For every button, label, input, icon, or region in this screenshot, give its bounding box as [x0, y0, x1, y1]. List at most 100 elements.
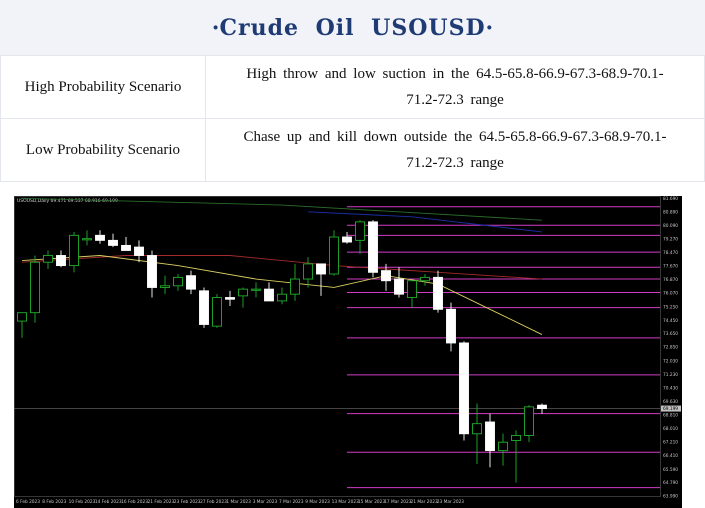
y-tick-label-19: 66.410 — [663, 453, 678, 459]
y-tick-label-1: 80.890 — [663, 209, 678, 215]
y-tick-label-6: 76.870 — [663, 277, 678, 283]
candle-body-21 — [290, 278, 300, 295]
candle-body-26 — [355, 221, 365, 241]
y-tick-label-11: 72.850 — [663, 345, 678, 351]
y-tick-label-18: 67.210 — [663, 440, 678, 446]
title-bar: · Crude Oil USOUSD · — [0, 0, 705, 56]
candle-body-34 — [459, 342, 469, 435]
candle-body-20 — [277, 293, 287, 302]
candle-body-28 — [381, 270, 391, 282]
candle-body-25 — [342, 236, 352, 243]
scenario-desc-high: High throw and low suction in the 64.5-6… — [205, 55, 705, 119]
candle-body-36 — [485, 421, 495, 452]
x-tick-label-7: 27 Feb 2023 — [200, 499, 227, 505]
y-tick-label-5: 77.670 — [663, 264, 678, 270]
x-tick-label-1: 8 Feb 2023 — [42, 499, 66, 505]
y-tick-label-7: 76.070 — [663, 291, 678, 297]
x-tick-label-6: 23 Feb 2023 — [174, 499, 201, 505]
ma-line-1 — [307, 211, 543, 233]
candle-body-38 — [511, 435, 521, 441]
y-tick-label-8: 75.250 — [663, 304, 678, 310]
y-tick-label-2: 80.090 — [663, 223, 678, 229]
candle-body-37 — [498, 441, 508, 452]
scenario-desc-low: Chase up and kill down outside the 64.5-… — [205, 118, 705, 182]
x-tick-label-10: 7 Mar 2023 — [279, 499, 304, 505]
candle-body-19 — [264, 288, 274, 302]
x-tick-label-2: 10 Feb 2023 — [69, 499, 96, 505]
scenario-desc-low-line2: 71.2-72.3 range — [406, 155, 504, 171]
scenario-desc-high-line2: 71.2-72.3 range — [406, 92, 504, 108]
page-title: Crude Oil USOUSD — [219, 14, 486, 41]
y-tick-label-14: 70.430 — [663, 385, 678, 391]
candle-body-18 — [251, 288, 261, 291]
y-tick-label-17: 68.010 — [663, 426, 678, 432]
x-tick-label-12: 13 Mar 2023 — [332, 499, 360, 505]
candle-body-11 — [160, 285, 170, 288]
candle-body-14 — [199, 290, 209, 325]
scenario-row-high: High Probability Scenario High throw and… — [0, 55, 705, 119]
candle-body-15 — [212, 297, 222, 327]
y-tick-label-0: 81.690 — [663, 196, 678, 202]
y-tick-label-21: 64.790 — [663, 480, 678, 486]
y-tick-label-3: 79.270 — [663, 237, 678, 243]
x-tick-label-4: 16 Feb 2023 — [121, 499, 148, 505]
candle-body-35 — [472, 423, 482, 435]
candle-body-29 — [394, 278, 404, 295]
candle-body-13 — [186, 275, 196, 290]
y-tick-label-9: 74.450 — [663, 318, 678, 324]
candle-body-39 — [524, 406, 534, 436]
candle-body-32 — [433, 276, 443, 310]
candle-body-12 — [173, 276, 183, 287]
scenario-table: High Probability Scenario High throw and… — [0, 55, 705, 182]
scenario-label-high: High Probability Scenario — [0, 55, 206, 119]
y-tick-label-4: 78.470 — [663, 250, 678, 256]
y-tick-label-10: 73.650 — [663, 331, 678, 337]
y-tick-label-15: 69.630 — [663, 399, 678, 405]
chart-svg: USOUSD,Daily 69.471 69.537 68.916 69.199… — [14, 196, 681, 505]
y-tick-label-20: 65.590 — [663, 467, 678, 473]
x-tick-label-0: 6 Feb 2023 — [16, 499, 40, 505]
x-tick-label-8: 1 Mar 2023 — [226, 499, 251, 505]
x-tick-label-14: 17 Mar 2023 — [384, 499, 412, 505]
candle-body-5 — [82, 238, 92, 241]
y-tick-label-16: 68.810 — [663, 413, 678, 419]
candle-body-0 — [17, 312, 27, 322]
y-tick-label-22: 63.990 — [663, 494, 678, 500]
scenario-desc-high-line1: High throw and low suction in the 64.5-6… — [246, 66, 664, 82]
x-tick-label-5: 21 Feb 2023 — [148, 499, 175, 505]
candle-body-3 — [56, 255, 66, 267]
scenario-row-low: Low Probability Scenario Chase up and ki… — [0, 118, 705, 182]
candle-body-16 — [225, 297, 235, 300]
candle-body-2 — [43, 255, 53, 263]
candle-body-30 — [407, 280, 417, 298]
x-tick-label-13: 15 Mar 2023 — [358, 499, 386, 505]
candle-body-9 — [134, 246, 144, 256]
candle-body-6 — [95, 234, 105, 241]
price-chart: USOUSD,Daily 69.471 69.537 68.916 69.199… — [14, 196, 682, 508]
candle-body-40 — [537, 404, 547, 409]
candle-body-33 — [446, 308, 456, 344]
candle-body-31 — [420, 276, 430, 282]
x-tick-label-11: 9 Mar 2023 — [305, 499, 330, 505]
current-price-label: 69.199 — [663, 406, 678, 412]
candle-body-7 — [108, 239, 118, 246]
candle-body-24 — [329, 236, 339, 275]
x-tick-label-9: 3 Mar 2023 — [253, 499, 278, 505]
y-tick-label-12: 72.030 — [663, 358, 678, 364]
candle-body-23 — [316, 263, 326, 275]
candle-body-22 — [303, 263, 313, 280]
candle-body-10 — [147, 255, 157, 288]
y-tick-label-13: 71.230 — [663, 372, 678, 378]
scenario-desc-low-line1: Chase up and kill down outside the 64.5-… — [243, 129, 667, 145]
candle-body-4 — [69, 234, 79, 267]
candle-body-17 — [238, 288, 248, 297]
title-dot-right: · — [485, 14, 494, 41]
candle-body-8 — [121, 244, 131, 251]
candle-body-27 — [368, 221, 378, 273]
x-tick-label-16: 23 Mar 2023 — [437, 499, 465, 505]
x-tick-label-15: 21 Mar 2023 — [411, 499, 439, 505]
candle-body-1 — [30, 261, 40, 314]
x-tick-label-3: 14 Feb 2023 — [95, 499, 122, 505]
title-dot-left: · — [211, 14, 220, 41]
scenario-label-low: Low Probability Scenario — [0, 118, 206, 182]
